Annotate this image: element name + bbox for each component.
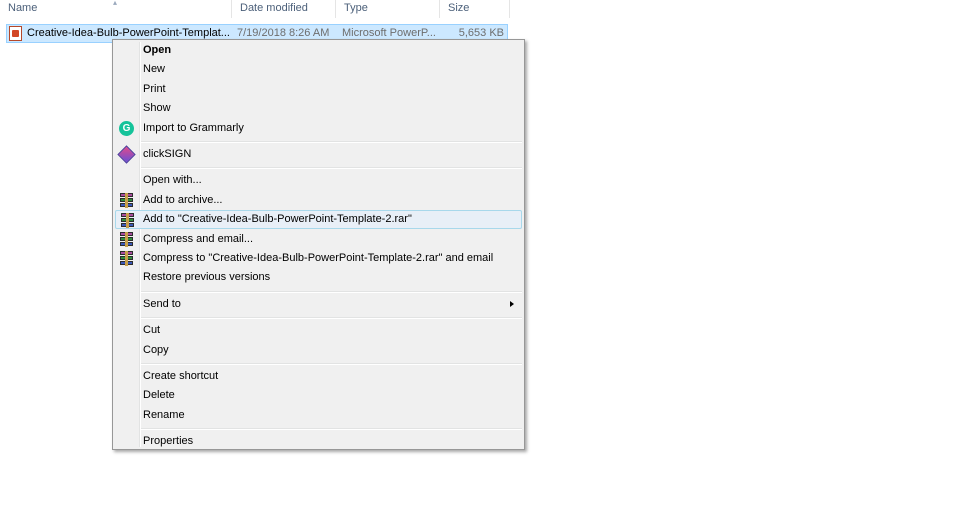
menu-item-compress-to-creative-idea-bulb-powerpoin[interactable]: Compress to "Creative-Idea-Bulb-PowerPoi… [115,249,522,268]
menu-item-create-shortcut[interactable]: Create shortcut [115,367,522,386]
winrar-icon [119,192,134,208]
column-header-size[interactable]: Size [440,0,510,18]
menu-item-label: Cut [143,324,161,337]
submenu-arrow-icon [510,300,514,307]
menu-item-send-to[interactable]: Send to [115,295,522,314]
menu-item-label: Show [143,102,171,115]
context-menu: Open New Print Show G Import to Grammarly clic… [112,39,525,450]
menu-separator [141,317,522,320]
column-header-type[interactable]: Type [336,0,440,18]
menu-item-label: New [143,63,166,76]
menu-item-label: Rename [143,408,185,421]
menu-item-restore-previous-versions[interactable]: Restore previous versions [115,268,522,287]
menu-item-label: Create shortcut [143,370,219,382]
winrar-icon [120,213,135,229]
menu-item-label: Compress to "Creative-Idea-Bulb-PowerPoi… [143,252,494,264]
menu-item-label: Send to [143,297,181,310]
menu-item-label: Restore previous versions [143,271,271,284]
menu-item-add-to-creative-idea-bulb-powerpoint-tem[interactable]: Add to "Creative-Idea-Bulb-PowerPoint-Te… [115,210,522,230]
menu-item-label: clickSIGN [143,148,192,160]
menu-separator [141,290,522,293]
menu-separator [141,428,522,431]
menu-item-open-with[interactable]: Open with... [115,171,522,190]
column-header-row: Name ▴ Date modified Type Size [0,0,510,18]
menu-item-label: Open [143,44,172,56]
menu-separator [141,167,522,170]
menu-separator [141,363,522,365]
menu-item-print[interactable]: Print [115,80,522,99]
explorer-window: Name ▴ Date modified Type Size Creative-… [0,0,975,505]
winrar-icon [119,251,134,266]
menu-item-properties[interactable]: Properties [115,432,522,451]
clicksign-icon [117,145,136,164]
menu-item-new[interactable]: New [115,60,522,79]
menu-item-label: Delete [143,389,175,402]
powerpoint-file-icon [9,26,22,41]
menu-item-label: Open with... [143,174,202,187]
menu-item-show[interactable]: Show [115,99,522,118]
menu-item-clicksign[interactable]: clickSIGN [115,145,522,164]
sort-ascending-icon: ▴ [113,0,118,7]
menu-item-import-to-grammarly[interactable]: G Import to Grammarly [115,119,522,138]
column-divider[interactable] [509,0,510,18]
grammarly-icon: G [119,120,134,136]
menu-item-rename[interactable]: Rename [115,406,522,425]
menu-separator [141,141,522,143]
menu-item-label: Add to archive... [143,193,223,206]
column-header-date-modified[interactable]: Date modified [232,0,336,18]
menu-item-copy[interactable]: Copy [115,341,522,360]
winrar-icon [119,231,134,247]
menu-item-add-to-archive[interactable]: Add to archive... [115,191,522,210]
menu-item-cut[interactable]: Cut [115,321,522,340]
menu-item-label: Print [143,82,166,95]
menu-item-delete[interactable]: Delete [115,386,522,405]
menu-item-label: Properties [143,435,194,448]
menu-item-label: Import to Grammarly [143,121,244,134]
menu-item-open[interactable]: Open [115,41,522,60]
menu-item-label: Add to "Creative-Idea-Bulb-PowerPoint-Te… [143,213,412,226]
menu-item-compress-and-email[interactable]: Compress and email... [115,230,522,249]
menu-item-label: Copy [143,343,169,356]
menu-item-label: Compress and email... [143,232,254,245]
